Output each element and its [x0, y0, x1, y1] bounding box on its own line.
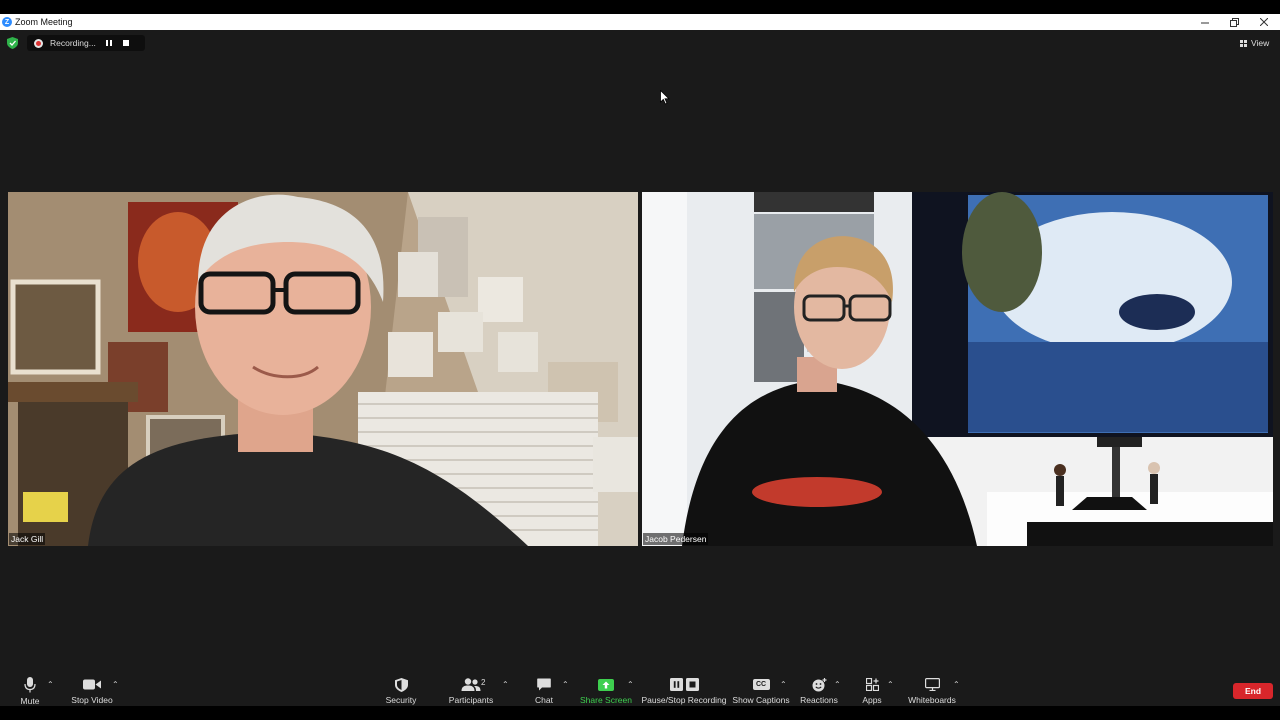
- chat-options-chevron-up-icon[interactable]: ⌃: [562, 680, 569, 689]
- restore-icon: [1229, 17, 1239, 27]
- stop-recording-button[interactable]: [119, 36, 133, 50]
- close-window-button[interactable]: [1249, 14, 1279, 30]
- apps-label: Apps: [862, 695, 882, 705]
- view-label: View: [1251, 38, 1270, 48]
- participant-name-label: Jacob Pedersen: [643, 533, 709, 545]
- whiteboards-options-chevron-up-icon[interactable]: ⌃: [953, 680, 960, 689]
- whiteboards-label: Whiteboards: [908, 695, 956, 705]
- chat-button[interactable]: Chat: [533, 677, 555, 705]
- security-button[interactable]: Security: [384, 677, 418, 705]
- recording-dot-icon: [34, 38, 43, 48]
- mute-label: Mute: [20, 696, 40, 706]
- chat-bubble-icon: [537, 678, 551, 691]
- share-screen-button[interactable]: Share Screen: [580, 677, 632, 705]
- mouse-cursor-icon: [660, 90, 670, 105]
- recording-status: Recording...: [50, 38, 96, 48]
- pause-recording-button[interactable]: [102, 36, 116, 50]
- video-camera-icon: [83, 679, 101, 690]
- top-letterbox: [0, 0, 1280, 14]
- security-shield-icon: [394, 677, 408, 692]
- pause-icon: [106, 40, 112, 46]
- participants-button[interactable]: Participants: [449, 677, 493, 705]
- participant-video-feed: [642, 192, 1273, 546]
- participant-count-badge: 2: [481, 678, 486, 687]
- minimize-icon: [1201, 22, 1209, 24]
- apps-options-chevron-up-icon[interactable]: ⌃: [887, 680, 894, 689]
- participants-icon: [461, 678, 481, 691]
- security-label: Security: [385, 695, 417, 705]
- zoom-logo-icon: Z: [2, 17, 12, 27]
- stop-icon: [123, 40, 129, 46]
- apps-button[interactable]: Apps: [861, 677, 883, 705]
- stop-video-button[interactable]: Stop Video: [70, 677, 114, 705]
- captions-options-chevron-up-icon[interactable]: ⌃: [780, 680, 787, 689]
- video-tile-jacob-pedersen[interactable]: Jacob Pedersen: [642, 192, 1273, 546]
- meeting-toolbar: [0, 675, 1280, 706]
- reactions-smiley-icon: [812, 677, 826, 691]
- reactions-label: Reactions: [800, 695, 838, 705]
- view-button[interactable]: View: [1240, 35, 1269, 51]
- apps-grid-icon: [865, 678, 879, 691]
- participant-video-feed: [8, 192, 638, 546]
- restore-button[interactable]: [1219, 14, 1249, 30]
- stop-recording-icon: [685, 678, 699, 691]
- whiteboard-icon: [924, 678, 940, 691]
- participants-label: Participants: [448, 695, 494, 705]
- encryption-shield-icon[interactable]: [7, 37, 18, 49]
- mute-button[interactable]: Mute: [17, 677, 43, 706]
- gallery-grid-icon: [1240, 39, 1247, 47]
- minimize-button[interactable]: [1190, 14, 1220, 30]
- video-tile-jack-gill[interactable]: Jack Gill: [8, 192, 638, 546]
- closed-captions-icon: CC: [752, 679, 770, 690]
- pause-stop-recording-button[interactable]: Pause/Stop Recording: [641, 677, 727, 705]
- window-titlebar: Z Zoom Meeting: [0, 14, 1280, 30]
- recording-indicator: Recording...: [27, 35, 145, 51]
- video-options-chevron-up-icon[interactable]: ⌃: [112, 680, 119, 689]
- reactions-button[interactable]: Reactions: [800, 677, 838, 705]
- window-title: Zoom Meeting: [15, 17, 73, 27]
- reactions-options-chevron-up-icon[interactable]: ⌃: [834, 680, 841, 689]
- close-icon: [1260, 18, 1268, 26]
- pause-recording-icon: [669, 678, 683, 691]
- whiteboards-button[interactable]: Whiteboards: [908, 677, 956, 705]
- share-screen-arrow-icon: [598, 678, 614, 691]
- participants-options-chevron-up-icon[interactable]: ⌃: [502, 680, 509, 689]
- audio-options-chevron-up-icon[interactable]: ⌃: [47, 680, 54, 689]
- bottom-letterbox: [0, 706, 1280, 720]
- stop-video-label: Stop Video: [71, 695, 113, 705]
- captions-icon-text: CC: [755, 681, 767, 688]
- pause-stop-recording-label: Pause/Stop Recording: [641, 695, 727, 705]
- end-meeting-button[interactable]: End: [1233, 683, 1273, 699]
- share-screen-label: Share Screen: [580, 695, 632, 705]
- participant-name-label: Jack Gill: [9, 533, 46, 545]
- microphone-icon: [24, 677, 36, 693]
- show-captions-label: Show Captions: [732, 695, 790, 705]
- share-options-chevron-up-icon[interactable]: ⌃: [627, 680, 634, 689]
- chat-label: Chat: [535, 695, 553, 705]
